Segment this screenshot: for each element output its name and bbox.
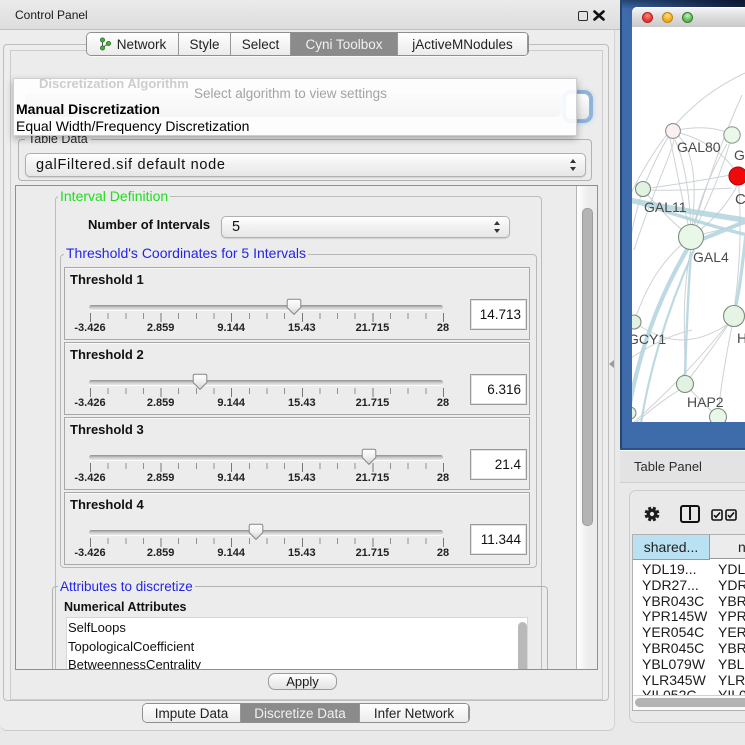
svg-text:C: C: [735, 191, 745, 208]
svg-text:GA: GA: [734, 147, 745, 163]
svg-text:H: H: [737, 330, 745, 346]
svg-text:GAL80: GAL80: [677, 139, 721, 155]
svg-text:GCY1: GCY1: [632, 331, 666, 347]
svg-text:GAL4: GAL4: [693, 249, 729, 265]
svg-text:HAP2: HAP2: [687, 394, 724, 410]
svg-text:GAL11: GAL11: [644, 199, 687, 215]
